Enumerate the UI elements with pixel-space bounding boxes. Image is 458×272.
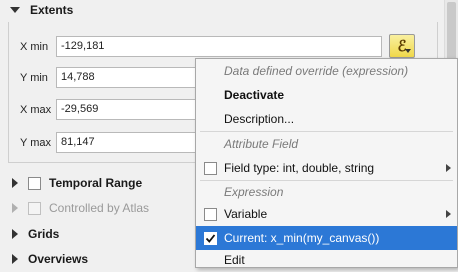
current-expression-label: Current: x_min(my_canvas()) [224, 231, 380, 245]
menu-item-current-expression[interactable]: Current: x_min(my_canvas()) [196, 226, 457, 250]
data-defined-context-menu: Data defined override (expression) Deact… [195, 58, 458, 268]
menu-item-deactivate[interactable]: Deactivate [196, 83, 457, 107]
grids-section[interactable]: Grids [8, 224, 59, 244]
variable-label: Variable [224, 207, 268, 221]
ymax-label: Y max [20, 137, 51, 149]
expand-arrow-icon [12, 254, 18, 264]
menu-header-data-defined: Data defined override (expression) [224, 64, 409, 78]
expand-arrow-icon [12, 203, 18, 213]
variable-checkbox [204, 207, 217, 221]
ymin-label: Y min [20, 72, 48, 84]
menu-header-attribute-field: Attribute Field [224, 137, 299, 151]
controlled-by-atlas-checkbox [28, 201, 41, 215]
temporal-range-section[interactable]: Temporal Range [8, 173, 142, 193]
temporal-range-checkbox[interactable] [28, 176, 41, 190]
expand-arrow-icon [12, 178, 18, 188]
submenu-arrow-icon [446, 210, 451, 218]
menu-item-variable[interactable]: Variable [196, 202, 457, 226]
xmin-field[interactable]: -129,181 [56, 36, 382, 57]
grids-label: Grids [28, 227, 60, 241]
field-type-checkbox [204, 161, 217, 175]
checkmark-icon [204, 231, 217, 245]
menu-item-field-type[interactable]: Field type: int, double, string [196, 156, 457, 180]
dropdown-arrow-icon [405, 49, 411, 53]
expand-arrow-icon [12, 229, 18, 239]
data-defined-override-button[interactable]: ℰ [389, 34, 415, 58]
field-type-label: Field type: int, double, string [224, 161, 375, 175]
menu-item-description[interactable]: Description... [196, 107, 457, 131]
overviews-section[interactable]: Overviews [8, 249, 88, 269]
extents-title: Extents [30, 3, 74, 17]
temporal-range-label: Temporal Range [49, 176, 143, 190]
controlled-by-atlas-section: Controlled by Atlas [8, 198, 149, 218]
xmax-label: X max [20, 104, 52, 116]
menu-header-expression: Expression [224, 185, 284, 199]
extents-section-header[interactable]: Extents [8, 0, 73, 20]
collapse-arrow-icon [10, 7, 20, 13]
menu-item-edit[interactable]: Edit [196, 248, 457, 272]
submenu-arrow-icon [446, 164, 451, 172]
overviews-label: Overviews [28, 252, 89, 266]
xmin-label: X min [20, 41, 49, 53]
controlled-by-atlas-label: Controlled by Atlas [49, 201, 150, 215]
